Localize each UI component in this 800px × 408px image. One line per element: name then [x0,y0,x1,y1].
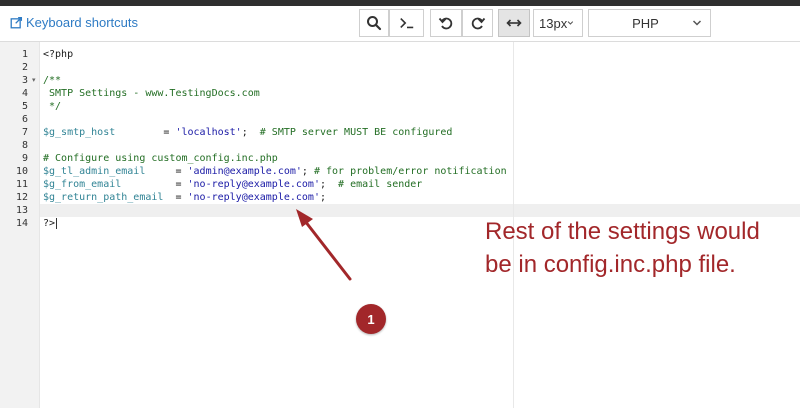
code-line[interactable]: */ [43,100,61,113]
redo-button[interactable] [462,9,493,37]
redo-icon [471,17,485,30]
gutter-row: 2 [0,61,40,74]
console-button[interactable] [389,9,424,37]
step-number-badge: 1 [356,304,386,334]
chevron-down-icon [567,21,574,25]
fold-toggle-icon[interactable]: ▾ [32,74,36,87]
gutter-row: 9 [0,152,40,165]
code-operator: = [163,192,188,203]
code-punctuation: ; [241,127,260,138]
code-line[interactable]: ?> [43,217,58,230]
search-button[interactable] [359,9,389,37]
line-number: 11 [15,179,28,190]
code-line[interactable]: $g_tl_admin_email = 'admin@example.com';… [43,165,507,178]
language-value: PHP [632,15,659,31]
code-string: 'no-reply@example.com' [187,192,320,203]
undo-button[interactable] [430,9,462,37]
code-comment: # SMTP server MUST BE configured [259,127,453,138]
keyboard-shortcuts-link[interactable]: Keyboard shortcuts [10,15,138,30]
code-text: <?php [43,49,74,60]
code-operator: = [121,179,188,190]
code-text: SMTP Settings - www.TestingDocs.com [43,88,260,99]
code-text: # Configure using custom_config.inc.php [43,153,278,164]
code-variable: $g_from_email [43,179,122,190]
line-number: 5 [21,101,28,112]
line-number: 2 [21,62,28,73]
annotation-text: Rest of the settings would be in config.… [485,218,760,278]
editor-toolbar: Keyboard shortcuts 13px PHP [0,6,800,42]
terminal-icon [399,17,413,29]
line-number: 10 [15,166,28,177]
line-number: 1 [21,49,28,60]
code-string: 'localhost' [175,127,242,138]
code-operator: = [145,166,188,177]
gutter-row: 13 [0,204,40,217]
code-line[interactable]: $g_smtp_host = 'localhost'; # SMTP serve… [43,126,452,139]
gutter-row: 8 [0,139,40,152]
line-number: 4 [21,88,28,99]
gutter-row: 6 [0,113,40,126]
gutter-row: 14 [0,217,40,230]
language-select[interactable]: PHP [588,9,711,37]
search-icon [367,16,382,31]
gutter-row: 11 [0,178,40,191]
keyboard-shortcuts-label: Keyboard shortcuts [26,15,139,30]
font-size-value: 13px [539,15,568,31]
code-comment: # for problem/error notification [313,166,507,177]
line-number: 8 [21,140,28,151]
gutter-row: 1 [0,48,40,61]
line-number-gutter: 1 2 3 ▾ 4 5 6 7 8 9 10 11 12 13 14 [0,42,40,408]
code-comment: # email sender [338,179,423,190]
undo-icon [438,17,453,30]
code-line[interactable]: /** [43,74,61,87]
line-number: 14 [15,218,28,229]
code-punctuation: ; [319,192,326,203]
code-line[interactable]: # Configure using custom_config.inc.php [43,152,278,165]
code-string: 'no-reply@example.com' [187,179,320,190]
chevron-down-icon [692,20,702,26]
code-text: /** [43,75,62,86]
gutter-row: 12 [0,191,40,204]
code-variable: $g_return_path_email [43,192,164,203]
gutter-row: 3 ▾ [0,74,40,87]
line-number: 7 [21,127,28,138]
code-operator: = [115,127,176,138]
font-size-select[interactable]: 13px [533,9,583,37]
code-punctuation: ; [319,179,339,190]
code-line[interactable]: SMTP Settings - www.TestingDocs.com [43,87,260,100]
line-number: 9 [21,153,28,164]
text-cursor [56,217,58,229]
gutter-row: 4 [0,87,40,100]
code-line[interactable]: $g_from_email = 'no-reply@example.com'; … [43,178,422,191]
line-number: 3 [21,75,28,86]
code-line[interactable]: <?php [43,48,73,61]
code-variable: $g_tl_admin_email [43,166,146,177]
code-text: */ [43,101,62,112]
code-text: ?> [43,218,56,229]
gutter-row: 7 [0,126,40,139]
external-edit-icon [10,16,23,29]
wrap-toggle-icon [506,19,522,27]
code-string: 'admin@example.com' [187,166,302,177]
line-number: 6 [21,114,28,125]
wrap-toggle-button[interactable] [498,9,530,37]
code-punctuation: ; [301,166,314,177]
code-line[interactable]: $g_return_path_email = 'no-reply@example… [43,191,326,204]
gutter-row: 10 [0,165,40,178]
line-number: 13 [15,205,28,216]
code-variable: $g_smtp_host [43,127,116,138]
line-number: 12 [15,192,28,203]
gutter-row: 5 [0,100,40,113]
